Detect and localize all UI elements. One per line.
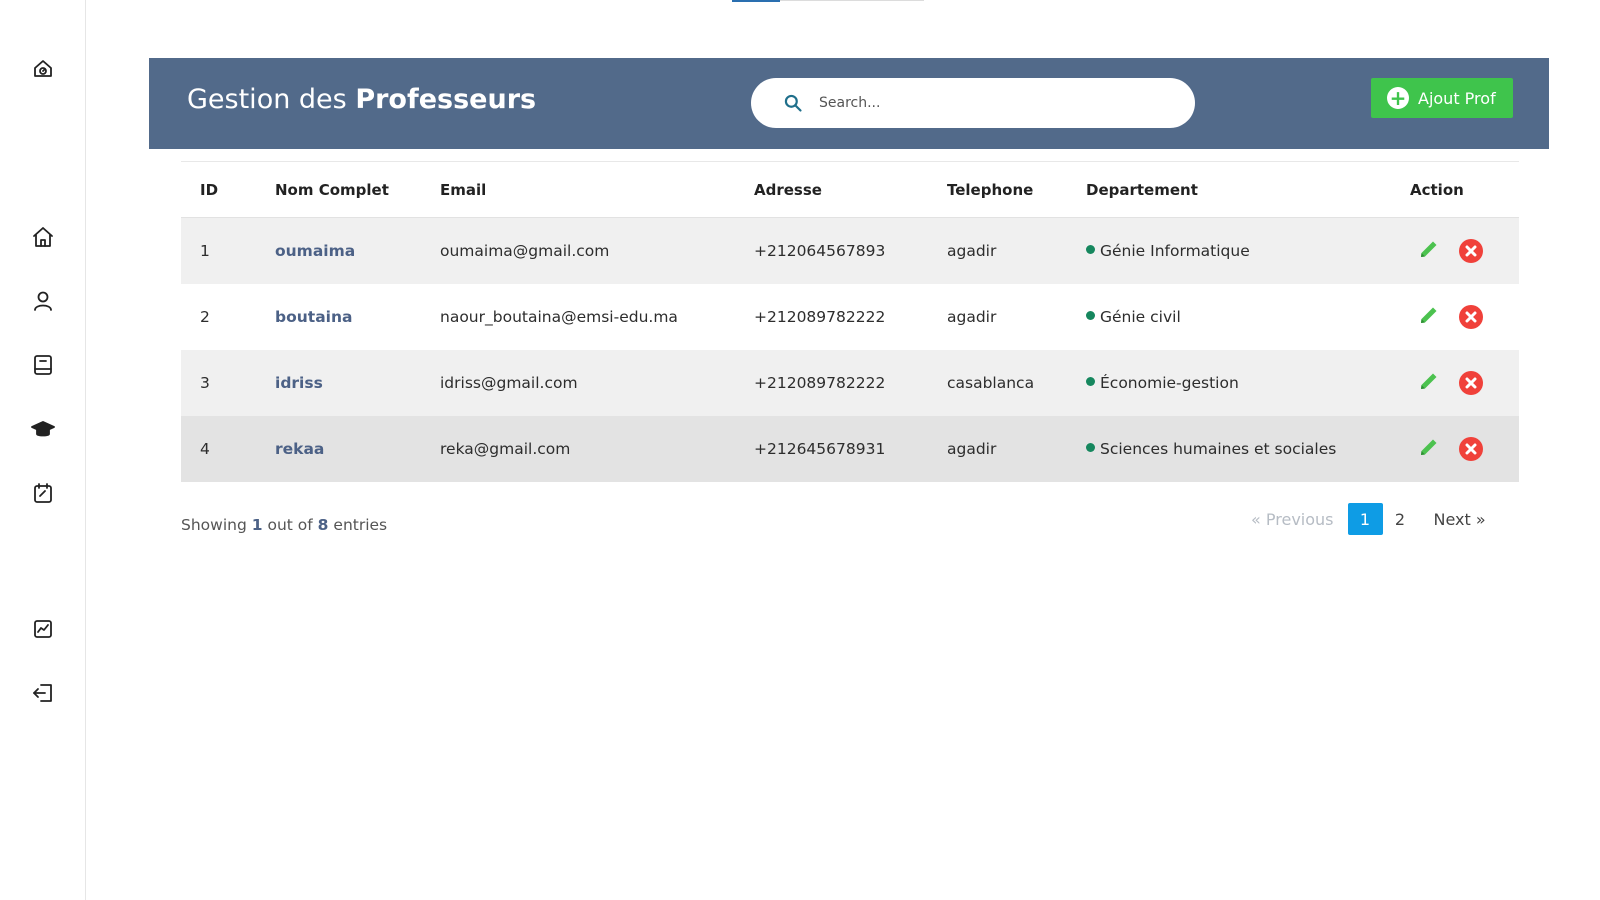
cell-name[interactable]: boutaina bbox=[275, 308, 352, 326]
graduation-cap-icon[interactable] bbox=[30, 416, 56, 442]
professors-table: ID Nom Complet Email Adresse Telephone D… bbox=[181, 161, 1519, 482]
table-row: 3 idriss idriss@gmail.com +212089782222 … bbox=[181, 350, 1519, 416]
cell-adresse: +212089782222 bbox=[754, 374, 886, 392]
page-1-button[interactable]: 1 bbox=[1347, 503, 1383, 535]
add-prof-label: Ajout Prof bbox=[1418, 88, 1496, 108]
cell-id: 3 bbox=[200, 374, 210, 392]
cell-id: 2 bbox=[200, 308, 210, 326]
user-icon[interactable] bbox=[30, 288, 56, 314]
pagination: « Previous 1 2 Next » bbox=[1251, 503, 1486, 535]
delete-icon[interactable] bbox=[1459, 437, 1483, 461]
next-page-link[interactable]: Next » bbox=[1434, 510, 1486, 529]
cell-telephone: agadir bbox=[947, 440, 997, 458]
status-dot-icon bbox=[1086, 245, 1095, 254]
page-header: Gestion des Professeurs + Ajout Prof bbox=[149, 58, 1549, 149]
departement-label: Sciences humaines et sociales bbox=[1100, 440, 1337, 458]
cell-departement: Génie Informatique bbox=[1086, 242, 1250, 260]
cell-name[interactable]: oumaima bbox=[275, 242, 355, 260]
dashboard-icon[interactable] bbox=[30, 56, 56, 82]
table-row: 2 boutaina naour_boutaina@emsi-edu.ma +2… bbox=[181, 284, 1519, 350]
page-title-bold: Professeurs bbox=[355, 84, 537, 115]
chart-icon[interactable] bbox=[30, 616, 56, 642]
delete-icon[interactable] bbox=[1459, 239, 1483, 263]
cell-name[interactable]: rekaa bbox=[275, 440, 324, 458]
cell-id: 1 bbox=[200, 242, 210, 260]
row-actions bbox=[1417, 237, 1483, 265]
edit-icon[interactable] bbox=[1417, 435, 1441, 463]
cell-email: idriss@gmail.com bbox=[440, 374, 578, 392]
row-actions bbox=[1417, 303, 1483, 331]
plus-circle-icon: + bbox=[1387, 87, 1409, 109]
add-prof-button[interactable]: + Ajout Prof bbox=[1371, 78, 1513, 118]
delete-icon[interactable] bbox=[1459, 371, 1483, 395]
edit-icon[interactable] bbox=[1417, 237, 1441, 265]
cell-telephone: agadir bbox=[947, 242, 997, 260]
col-header-name[interactable]: Nom Complet bbox=[275, 181, 389, 199]
table-row: 4 rekaa reka@gmail.com +212645678931 aga… bbox=[181, 416, 1519, 482]
showing-middle: out of bbox=[267, 516, 313, 534]
edit-icon[interactable] bbox=[1417, 369, 1441, 397]
status-dot-icon bbox=[1086, 377, 1095, 386]
calendar-check-icon[interactable] bbox=[30, 480, 56, 506]
showing-prefix: Showing bbox=[181, 516, 247, 534]
cell-departement: Sciences humaines et sociales bbox=[1086, 440, 1336, 458]
cell-adresse: +212645678931 bbox=[754, 440, 886, 458]
col-header-departement[interactable]: Departement bbox=[1086, 181, 1198, 199]
book-icon[interactable] bbox=[30, 352, 56, 378]
search-box[interactable] bbox=[751, 78, 1195, 128]
departement-label: Génie Informatique bbox=[1100, 242, 1250, 260]
col-header-telephone[interactable]: Telephone bbox=[947, 181, 1033, 199]
row-actions bbox=[1417, 369, 1483, 397]
status-dot-icon bbox=[1086, 311, 1095, 320]
row-actions bbox=[1417, 435, 1483, 463]
cell-adresse: +212064567893 bbox=[754, 242, 886, 260]
table-header: ID Nom Complet Email Adresse Telephone D… bbox=[181, 161, 1519, 218]
cell-email: reka@gmail.com bbox=[440, 440, 571, 458]
cell-adresse: +212089782222 bbox=[754, 308, 886, 326]
col-header-id[interactable]: ID bbox=[200, 181, 218, 199]
cell-email: naour_boutaina@emsi-edu.ma bbox=[440, 308, 678, 326]
edit-icon[interactable] bbox=[1417, 303, 1441, 331]
page-title-light: Gestion des bbox=[187, 84, 347, 115]
table-row: 1 oumaima oumaima@gmail.com +21206456789… bbox=[181, 218, 1519, 284]
home-icon[interactable] bbox=[30, 224, 56, 250]
showing-total: 8 bbox=[317, 516, 329, 534]
cell-id: 4 bbox=[200, 440, 210, 458]
cell-name[interactable]: idriss bbox=[275, 374, 323, 392]
col-header-action: Action bbox=[1410, 180, 1464, 199]
search-input[interactable] bbox=[819, 95, 1149, 111]
departement-label: Économie-gestion bbox=[1100, 374, 1239, 392]
sidebar bbox=[0, 0, 86, 900]
previous-page-link[interactable]: « Previous bbox=[1251, 510, 1334, 529]
entries-summary: Showing 1 out of 8 entries bbox=[181, 516, 387, 534]
departement-label: Génie civil bbox=[1100, 308, 1181, 326]
showing-suffix: entries bbox=[333, 516, 388, 534]
cell-telephone: casablanca bbox=[947, 374, 1035, 392]
col-header-adresse[interactable]: Adresse bbox=[754, 181, 822, 199]
search-icon bbox=[784, 94, 802, 112]
col-header-email[interactable]: Email bbox=[440, 181, 486, 199]
showing-current: 1 bbox=[251, 516, 263, 534]
page-title: Gestion des Professeurs bbox=[187, 84, 536, 115]
top-tab-indicator bbox=[732, 0, 924, 2]
delete-icon[interactable] bbox=[1459, 305, 1483, 329]
logout-icon[interactable] bbox=[30, 680, 56, 706]
cell-departement: Génie civil bbox=[1086, 308, 1181, 326]
cell-departement: Économie-gestion bbox=[1086, 374, 1239, 392]
status-dot-icon bbox=[1086, 443, 1095, 452]
cell-telephone: agadir bbox=[947, 308, 997, 326]
page-2-button[interactable]: 2 bbox=[1383, 503, 1418, 535]
cell-email: oumaima@gmail.com bbox=[440, 242, 610, 260]
